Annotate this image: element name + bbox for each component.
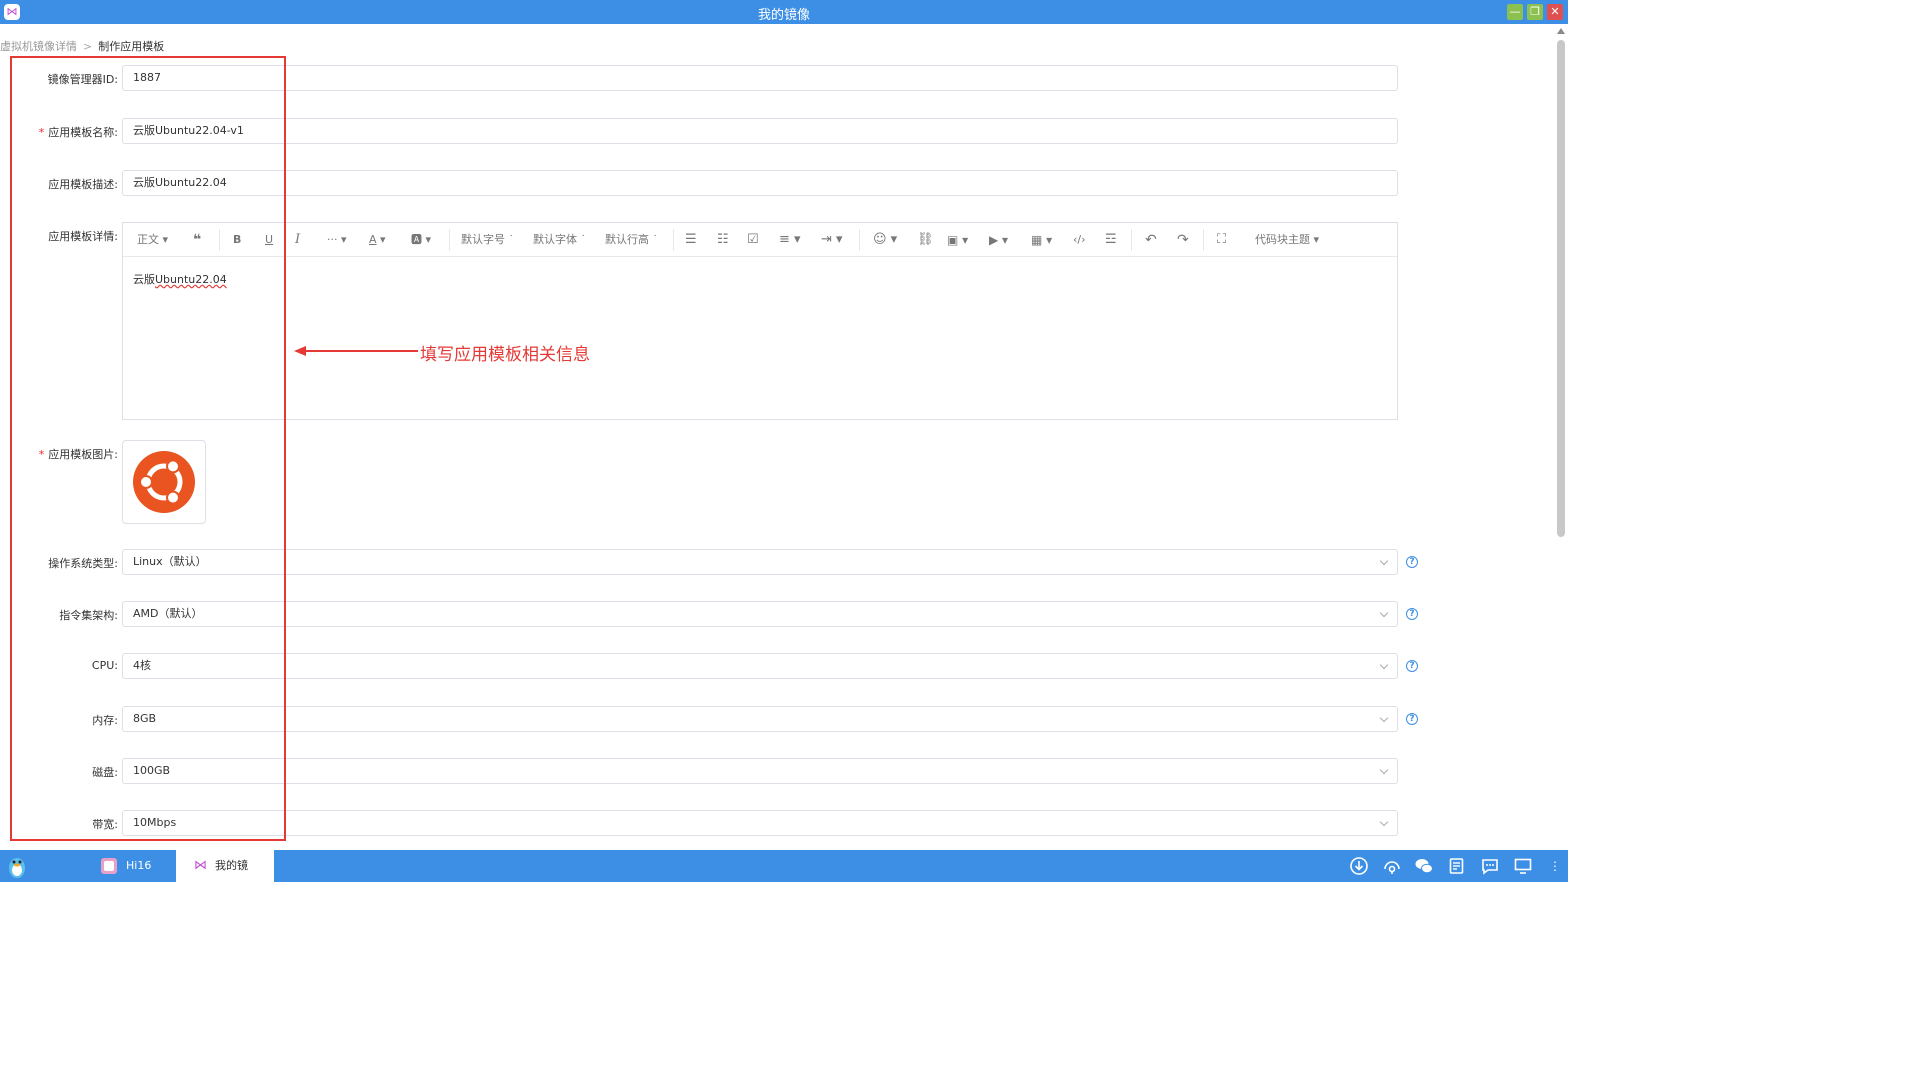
indent-icon[interactable]: ⇥ ▾	[821, 223, 843, 257]
chevron-down-icon	[1379, 713, 1389, 723]
close-icon[interactable]: ✕	[1547, 4, 1563, 20]
numbered-list-icon[interactable]: ☷	[717, 223, 729, 257]
taskbar: Hi16 ⋈ 我的镜 ⋮	[0, 850, 1568, 882]
toolbar-divider	[673, 229, 674, 251]
toolbar-divider	[859, 229, 860, 251]
template-name-input[interactable]: 云版Ubuntu22.04-v1	[122, 118, 1398, 144]
vertical-scrollbar[interactable]	[1554, 24, 1568, 850]
code-theme-dropdown[interactable]: 代码块主题 ▾	[1255, 223, 1319, 257]
hi16-app-icon	[101, 858, 117, 874]
rich-text-editor: 正文 ▾ ❝ B U I ··· ▾ A ▾ 🅰 ▾ 默认字号 ˙ 默认字体 ˙…	[122, 222, 1398, 420]
chevron-down-icon	[1379, 817, 1389, 827]
help-icon[interactable]: ?	[1406, 660, 1418, 672]
template-desc-input[interactable]: 云版Ubuntu22.04	[122, 170, 1398, 196]
restore-icon[interactable]: ❐	[1527, 4, 1543, 20]
taskbar-task-hi16[interactable]: Hi16	[96, 850, 176, 882]
disk-select[interactable]: 100GB	[122, 758, 1398, 784]
fullscreen-icon[interactable]: ⛶	[1217, 223, 1226, 257]
scroll-up-icon[interactable]	[1557, 28, 1565, 34]
chevron-down-icon	[1379, 608, 1389, 618]
font-size-dropdown[interactable]: 默认字号 ˙	[461, 223, 514, 257]
line-height-label: 默认行高	[605, 233, 649, 246]
notes-icon[interactable]	[1447, 856, 1467, 876]
wechat-icon[interactable]	[1414, 856, 1434, 876]
help-icon[interactable]: ?	[1406, 556, 1418, 568]
chevron-down-icon	[1379, 556, 1389, 566]
more-styles-icon[interactable]: ··· ▾	[327, 223, 347, 257]
scrollbar-thumb[interactable]	[1557, 40, 1565, 537]
task-label: 我的镜	[215, 859, 248, 872]
main-content: 虚拟机镜像详情 > 制作应用模板 镜像管理器ID: 1887 * 应用模板名称: 云版…	[0, 24, 1568, 850]
font-color-icon[interactable]: A ▾	[369, 223, 386, 257]
code-theme-label: 代码块主题	[1255, 233, 1310, 246]
editor-toolbar: 正文 ▾ ❝ B U I ··· ▾ A ▾ 🅰 ▾ 默认字号 ˙ 默认字体 ˙…	[123, 223, 1397, 257]
toolbar-divider	[1131, 229, 1132, 251]
help-icon[interactable]: ?	[1406, 608, 1418, 620]
divider-icon[interactable]: ☲	[1105, 223, 1117, 257]
qq-penguin-icon[interactable]	[4, 853, 30, 879]
os-type-select[interactable]: Linux（默认）	[122, 549, 1398, 575]
redo-icon[interactable]: ↷	[1177, 223, 1189, 257]
link-icon[interactable]: ⛓	[917, 223, 934, 257]
taskbar-task-mirror[interactable]: ⋈ 我的镜	[176, 850, 274, 882]
help-icon[interactable]: ?	[1406, 713, 1418, 725]
align-icon[interactable]: ≡ ▾	[779, 223, 801, 257]
breadcrumb-separator: >	[83, 40, 93, 53]
manager-id-field[interactable]: 1887	[122, 65, 1398, 91]
font-size-label: 默认字号	[461, 233, 505, 246]
window-titlebar: ⋈ 我的镜像 — ❐ ✕	[0, 0, 1568, 24]
toolbar-divider	[1203, 229, 1204, 251]
emoji-icon[interactable]: ☺ ▾	[873, 223, 897, 257]
todo-list-icon[interactable]: ☑	[747, 223, 759, 257]
minimize-icon[interactable]: —	[1507, 4, 1523, 20]
isa-select[interactable]: AMD（默认）	[122, 601, 1398, 627]
breadcrumb-parent[interactable]: 虚拟机镜像详情	[0, 40, 77, 53]
line-height-dropdown[interactable]: 默认行高 ˙	[605, 223, 658, 257]
memory-select[interactable]: 8GB	[122, 706, 1398, 732]
breadcrumb: 虚拟机镜像详情 > 制作应用模板	[0, 38, 164, 54]
annotation-arrow-icon	[294, 346, 418, 356]
more-icon[interactable]: ⋮	[1548, 858, 1562, 874]
bandwidth-select[interactable]: 10Mbps	[122, 810, 1398, 836]
background-color-icon[interactable]: 🅰 ▾	[411, 223, 431, 257]
window-title: 我的镜像	[757, 8, 810, 23]
undo-icon[interactable]: ↶	[1145, 223, 1157, 257]
italic-icon[interactable]: I	[295, 223, 300, 257]
annotation-text: 填写应用模板相关信息	[420, 345, 590, 365]
video-icon[interactable]: ▶ ▾	[989, 223, 1008, 257]
chat-icon[interactable]	[1480, 856, 1500, 876]
cpu-select[interactable]: 4核	[122, 653, 1398, 679]
annotation-highlight-box	[10, 56, 286, 841]
headphones-icon[interactable]	[1382, 856, 1402, 876]
chevron-down-icon	[1379, 660, 1389, 670]
task-label: Hi16	[126, 859, 152, 872]
image-icon[interactable]: ▣ ▾	[947, 223, 968, 257]
code-icon[interactable]: ‹/›	[1073, 223, 1086, 257]
monitor-icon[interactable]	[1513, 856, 1533, 876]
bullet-list-icon[interactable]: ☰	[685, 223, 697, 257]
font-family-label: 默认字体	[533, 233, 577, 246]
breadcrumb-current: 制作应用模板	[98, 40, 165, 53]
download-icon[interactable]	[1349, 856, 1369, 876]
mirror-app-icon: ⋈	[194, 858, 207, 873]
toolbar-divider	[449, 229, 450, 251]
font-family-dropdown[interactable]: 默认字体 ˙	[533, 223, 586, 257]
table-icon[interactable]: ▦ ▾	[1031, 223, 1052, 257]
chevron-down-icon	[1379, 765, 1389, 775]
